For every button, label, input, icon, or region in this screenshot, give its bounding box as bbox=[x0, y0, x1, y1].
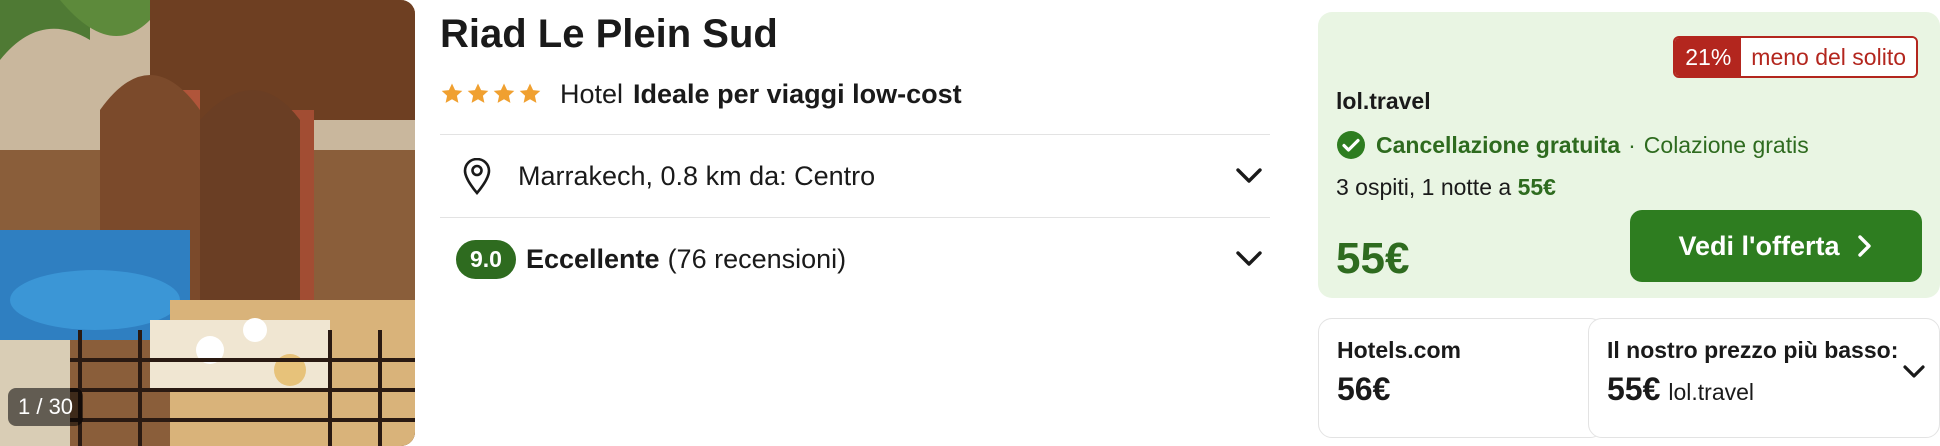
view-offer-label: Vedi l'offerta bbox=[1678, 230, 1840, 261]
star-icon bbox=[519, 83, 541, 103]
chevron-down-icon[interactable] bbox=[1236, 251, 1262, 267]
chevron-right-icon bbox=[1858, 235, 1872, 257]
deal-badge: 21% meno del solito bbox=[1673, 36, 1918, 78]
offer-perks: Cancellazione gratuita · Colazione grati… bbox=[1336, 130, 1809, 160]
offer-provider: lol.travel bbox=[1336, 88, 1431, 114]
hotel-result-card: 1 / 30 Riad Le Plein Sud Hotel Ideale pe… bbox=[0, 0, 1940, 446]
alternate-price-hotels-com[interactable]: Hotels.com 56€ bbox=[1318, 318, 1604, 438]
free-cancellation: Cancellazione gratuita bbox=[1376, 131, 1621, 158]
location-row[interactable]: Marrakech, 0.8 km da: Centro bbox=[440, 136, 1270, 216]
photo-counter: 1 / 30 bbox=[8, 388, 84, 426]
guests-summary: 3 ospiti, 1 notte a 55€ bbox=[1336, 174, 1556, 201]
lowest-price-provider: lol.travel bbox=[1668, 379, 1755, 405]
divider bbox=[440, 134, 1270, 135]
hotel-meta: Hotel Ideale per viaggi low-cost bbox=[440, 76, 962, 112]
star-rating bbox=[440, 82, 542, 106]
offer-price: 55€ bbox=[1336, 234, 1410, 283]
divider bbox=[440, 217, 1270, 218]
star-icon bbox=[467, 83, 489, 103]
location-text: Marrakech, 0.8 km da: Centro bbox=[518, 160, 876, 191]
best-offer-panel[interactable]: 21% meno del solito lol.travel Cancellaz… bbox=[1318, 12, 1940, 298]
lowest-price-label: Il nostro prezzo più basso: bbox=[1607, 337, 1899, 363]
star-icon bbox=[441, 83, 463, 103]
chevron-down-icon[interactable] bbox=[1236, 168, 1262, 184]
rating-label: Eccellente bbox=[525, 243, 660, 274]
hotel-tagline: Ideale per viaggi low-cost bbox=[633, 78, 962, 109]
lowest-price-value: 55€ lol.travel bbox=[1607, 371, 1754, 408]
alternate-price: 56€ bbox=[1337, 371, 1391, 407]
lowest-price-dropdown[interactable]: Il nostro prezzo più basso: 55€ lol.trave… bbox=[1588, 318, 1940, 438]
hotel-photo[interactable]: 1 / 30 bbox=[0, 0, 415, 446]
hotel-name[interactable]: Riad Le Plein Sud bbox=[440, 12, 778, 57]
lowest-price: 55€ bbox=[1607, 371, 1661, 407]
chevron-down-icon[interactable] bbox=[1903, 365, 1925, 379]
review-count: (76 recensioni) bbox=[667, 243, 847, 274]
deal-percent: 21% bbox=[1675, 38, 1742, 76]
rating-row[interactable]: 9.0 Eccellente (76 recensioni) bbox=[440, 219, 1270, 299]
free-breakfast: Colazione gratis bbox=[1643, 131, 1809, 158]
hotel-type: Hotel bbox=[560, 78, 624, 109]
guests-text: 3 ospiti, 1 notte a bbox=[1336, 174, 1512, 200]
separator: · bbox=[1628, 131, 1636, 158]
deal-text: meno del solito bbox=[1741, 38, 1916, 76]
hotel-courtyard-photo bbox=[0, 0, 415, 446]
check-circle-icon bbox=[1337, 131, 1365, 159]
alternate-provider: Hotels.com bbox=[1337, 337, 1461, 363]
view-offer-button[interactable]: Vedi l'offerta bbox=[1630, 210, 1922, 282]
rating-score-badge: 9.0 bbox=[456, 239, 516, 279]
map-pin-icon bbox=[463, 157, 491, 195]
guests-price: 55€ bbox=[1517, 174, 1556, 200]
star-icon bbox=[493, 83, 515, 103]
